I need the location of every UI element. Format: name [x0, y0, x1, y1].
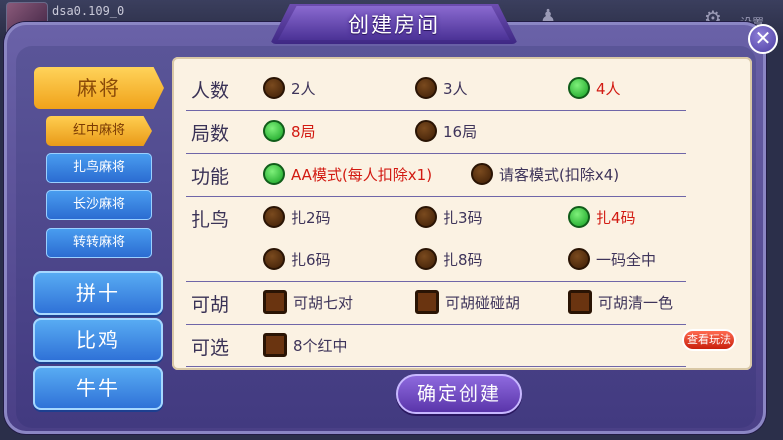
- tab-mahjong[interactable]: 麻将: [34, 67, 164, 109]
- option-4-players[interactable]: 4人: [568, 77, 621, 99]
- radio-selected-icon: [263, 163, 285, 185]
- kexuan-label: 可选: [191, 337, 230, 359]
- tab-niuniu[interactable]: 牛牛: [33, 366, 163, 410]
- dialog-title: 创建房间: [348, 13, 440, 37]
- option-3-players[interactable]: 3人: [415, 77, 468, 99]
- divider: [186, 324, 686, 325]
- subtab-changsha-mahjong[interactable]: 长沙麻将: [46, 190, 152, 220]
- option-8-hongzhong[interactable]: 8个红中: [263, 333, 348, 357]
- close-button[interactable]: ✕: [748, 24, 778, 54]
- radio-icon: [568, 248, 590, 270]
- checkbox-icon: [415, 290, 439, 314]
- option-zha-4[interactable]: 扎4码: [568, 206, 636, 228]
- tab-pinshi[interactable]: 拼十: [33, 271, 163, 315]
- view-rules-button[interactable]: 查看玩法: [682, 329, 736, 351]
- radio-selected-icon: [568, 206, 590, 228]
- subtab-zhaniao-mahjong[interactable]: 扎鸟麻将: [46, 153, 152, 183]
- option-qingyise[interactable]: 可胡清一色: [568, 290, 673, 314]
- radio-icon: [415, 77, 437, 99]
- divider: [186, 366, 686, 367]
- radio-icon: [263, 77, 285, 99]
- radio-selected-icon: [263, 120, 285, 142]
- option-2-players[interactable]: 2人: [263, 77, 316, 99]
- option-zha-3[interactable]: 扎3码: [415, 206, 483, 228]
- divider: [186, 196, 686, 197]
- kehu-label: 可胡: [191, 294, 230, 316]
- confirm-create-button[interactable]: 确定创建: [396, 374, 522, 414]
- divider: [186, 281, 686, 282]
- radio-icon: [263, 248, 285, 270]
- divider: [186, 110, 686, 111]
- radio-icon: [471, 163, 493, 185]
- option-pengpenghu[interactable]: 可胡碰碰胡: [415, 290, 520, 314]
- subtab-hongzhong-mahjong[interactable]: 红中麻将: [46, 116, 152, 146]
- function-label: 功能: [191, 166, 230, 188]
- players-label: 人数: [191, 80, 230, 102]
- username-label: dsa0.109_0: [52, 4, 125, 18]
- option-zha-2[interactable]: 扎2码: [263, 206, 331, 228]
- radio-icon: [415, 206, 437, 228]
- radio-icon: [415, 248, 437, 270]
- radio-icon: [415, 120, 437, 142]
- checkbox-icon: [568, 290, 592, 314]
- rounds-label: 局数: [191, 123, 230, 145]
- checkbox-icon: [263, 333, 287, 357]
- subtab-zhuanzhuan-mahjong[interactable]: 转转麻将: [46, 228, 152, 258]
- option-zha-8[interactable]: 扎8码: [415, 248, 483, 270]
- option-zha-6[interactable]: 扎6码: [263, 248, 331, 270]
- radio-selected-icon: [568, 77, 590, 99]
- option-one-code-all[interactable]: 一码全中: [568, 248, 656, 270]
- option-8-rounds[interactable]: 8局: [263, 120, 316, 142]
- option-host-pays-mode[interactable]: 请客模式(扣除x4): [471, 163, 619, 185]
- tab-biji[interactable]: 比鸡: [33, 318, 163, 362]
- close-icon: ✕: [754, 26, 772, 50]
- checkbox-icon: [263, 290, 287, 314]
- option-16-rounds[interactable]: 16局: [415, 120, 477, 142]
- option-qidui[interactable]: 可胡七对: [263, 290, 353, 314]
- option-aa-mode[interactable]: AA模式(每人扣除x1): [263, 163, 432, 185]
- divider: [186, 153, 686, 154]
- zhaniao-label: 扎鸟: [191, 209, 230, 231]
- radio-icon: [263, 206, 285, 228]
